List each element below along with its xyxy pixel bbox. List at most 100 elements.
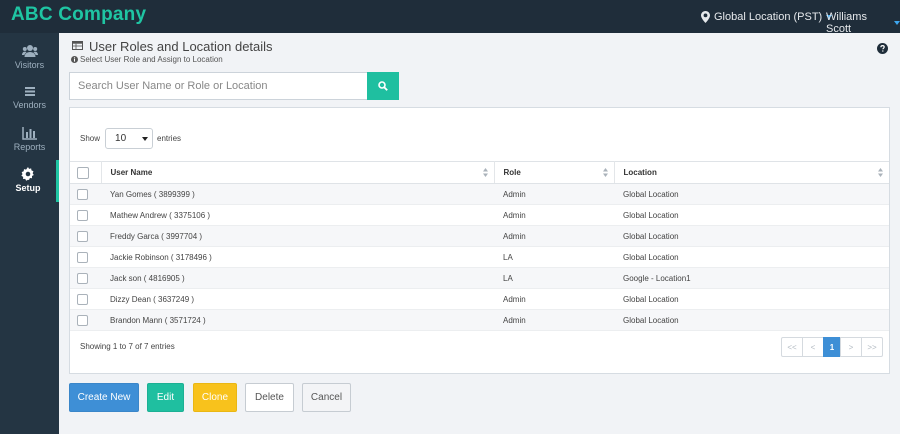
- page-next-button[interactable]: >: [840, 337, 862, 357]
- row-checkbox[interactable]: [77, 209, 88, 221]
- sidebar-item-setup[interactable]: Setup: [0, 160, 59, 202]
- users-icon: [21, 45, 38, 57]
- bar-chart-icon: [21, 127, 37, 140]
- create-new-button[interactable]: Create New: [69, 383, 139, 412]
- row-select-cell: [70, 183, 101, 205]
- entries-label: entries: [157, 134, 182, 143]
- pagination: << < 1 > >>: [781, 337, 883, 357]
- table-row[interactable]: Mathew Andrew ( 3375106 ) Admin Global L…: [70, 204, 889, 226]
- sidebar-item-label: Reports: [13, 142, 46, 152]
- row-select-cell: [70, 246, 101, 268]
- role-cell: LA: [494, 246, 614, 268]
- question-circle-icon[interactable]: [877, 43, 888, 54]
- table-row[interactable]: Jackie Robinson ( 3178496 ) LA Global Lo…: [70, 246, 889, 268]
- page-size-control: Show 10 entries: [80, 128, 181, 149]
- location-cell: Global Location: [614, 288, 889, 310]
- user-name-cell: Jackie Robinson ( 3178496 ): [101, 246, 494, 268]
- sort-icon: [878, 168, 883, 177]
- row-checkbox[interactable]: [77, 188, 88, 200]
- location-dropdown[interactable]: Global Location (PST): [701, 11, 833, 23]
- sidebar-item-vendors[interactable]: Vendors: [0, 77, 59, 119]
- user-name-cell: Dizzy Dean ( 3637249 ): [101, 288, 494, 310]
- column-header-role[interactable]: Role: [494, 161, 615, 184]
- map-pin-icon: [701, 11, 710, 23]
- chevron-down-icon: [894, 21, 900, 25]
- location-cell: Global Location: [614, 183, 889, 205]
- sidebar-item-label: Vendors: [12, 100, 47, 110]
- list-icon: [24, 87, 35, 96]
- row-select-cell: [70, 225, 101, 247]
- page-first-button[interactable]: <<: [781, 337, 803, 357]
- role-cell: Admin: [494, 183, 614, 205]
- row-select-cell: [70, 288, 101, 310]
- row-select-cell: [70, 267, 101, 289]
- brand-logo[interactable]: ABC Company: [11, 4, 146, 26]
- row-select-cell: [70, 204, 101, 226]
- clone-button[interactable]: Clone: [193, 383, 237, 412]
- select-all-header: [70, 161, 102, 184]
- page-prev-button[interactable]: <: [802, 337, 824, 357]
- location-cell: Global Location: [614, 309, 889, 331]
- row-select-cell: [70, 309, 101, 331]
- page-title: User Roles and Location details: [89, 39, 273, 54]
- role-cell: Admin: [494, 225, 614, 247]
- page-last-button[interactable]: >>: [861, 337, 883, 357]
- table-header-row: User Name Role Location: [70, 161, 889, 184]
- info-icon: [71, 56, 78, 63]
- location-cell: Google - Location1: [614, 267, 889, 289]
- user-name-cell: Brandon Mann ( 3571724 ): [101, 309, 494, 331]
- search-icon: [378, 81, 388, 91]
- user-roles-table: User Name Role Location Yan Gomes ( 3899…: [70, 161, 889, 331]
- table-row[interactable]: Freddy Garca ( 3997704 ) Admin Global Lo…: [70, 225, 889, 247]
- location-cell: Global Location: [614, 204, 889, 226]
- search-button[interactable]: [367, 72, 399, 100]
- gear-icon: [21, 167, 34, 181]
- table-row[interactable]: Jack son ( 4816905 ) LA Google - Locatio…: [70, 267, 889, 289]
- user-name-cell: Freddy Garca ( 3997704 ): [101, 225, 494, 247]
- show-label: Show: [80, 134, 101, 143]
- page-subtitle: Select User Role and Assign to Location: [80, 55, 223, 64]
- sort-icon: [482, 168, 488, 177]
- page-current-button[interactable]: 1: [823, 337, 841, 357]
- row-checkbox[interactable]: [77, 230, 88, 242]
- sidebar-item-label: Visitors: [14, 60, 45, 70]
- table-icon: [72, 41, 83, 50]
- select-all-checkbox[interactable]: [77, 166, 89, 179]
- column-header-user-name[interactable]: User Name: [101, 161, 495, 184]
- location-cell: Global Location: [614, 225, 889, 247]
- chevron-down-icon: [142, 136, 149, 141]
- row-checkbox[interactable]: [77, 293, 88, 305]
- sidebar-item-visitors[interactable]: Visitors: [0, 37, 59, 79]
- edit-button[interactable]: Edit: [147, 383, 184, 412]
- cancel-button[interactable]: Cancel: [302, 383, 351, 412]
- role-cell: Admin: [494, 309, 614, 331]
- location-label: Global Location (PST): [714, 11, 823, 23]
- table-row[interactable]: Dizzy Dean ( 3637249 ) Admin Global Loca…: [70, 288, 889, 310]
- top-navbar: ABC Company Global Location (PST) Willia…: [0, 0, 900, 35]
- column-header-location[interactable]: Location: [614, 161, 889, 184]
- table-info: Showing 1 to 7 of 7 entries: [80, 342, 175, 351]
- role-cell: Admin: [494, 204, 614, 226]
- user-name-cell: Yan Gomes ( 3899399 ): [101, 183, 494, 205]
- sidebar: Visitors Vendors Reports Setup: [0, 33, 59, 434]
- row-checkbox[interactable]: [77, 272, 88, 284]
- row-checkbox[interactable]: [77, 314, 88, 326]
- table-row[interactable]: Brandon Mann ( 3571724 ) Admin Global Lo…: [70, 309, 889, 331]
- user-roles-panel: Show 10 entries User Name Role Location: [69, 107, 890, 374]
- sidebar-item-label: Setup: [15, 183, 41, 193]
- delete-button[interactable]: Delete: [245, 383, 294, 412]
- search-input[interactable]: [69, 72, 367, 100]
- user-menu[interactable]: Williams Scott: [826, 11, 900, 35]
- role-cell: LA: [494, 267, 614, 289]
- role-cell: Admin: [494, 288, 614, 310]
- user-name: Williams Scott: [826, 11, 867, 35]
- sidebar-item-reports[interactable]: Reports: [0, 119, 59, 161]
- user-name-cell: Jack son ( 4816905 ): [101, 267, 494, 289]
- user-name-cell: Mathew Andrew ( 3375106 ): [101, 204, 494, 226]
- sort-icon: [602, 168, 608, 177]
- page-size-value: 10: [115, 133, 127, 144]
- table-row[interactable]: Yan Gomes ( 3899399 ) Admin Global Locat…: [70, 183, 889, 205]
- row-checkbox[interactable]: [77, 251, 88, 263]
- location-cell: Global Location: [614, 246, 889, 268]
- page-size-select[interactable]: 10: [105, 128, 154, 149]
